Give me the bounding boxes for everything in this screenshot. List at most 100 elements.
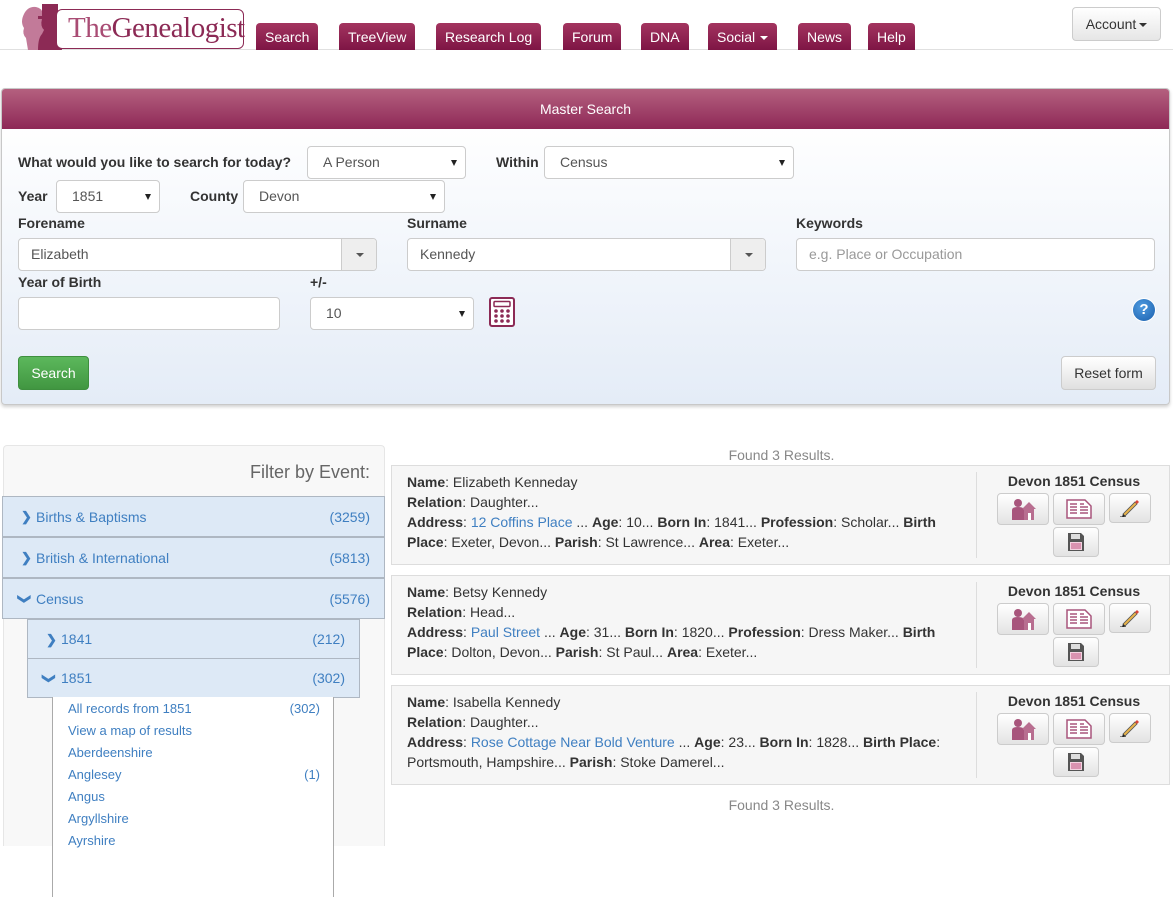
site-logo[interactable]: TheGenealogist [16, 2, 245, 50]
nav-search[interactable]: Search [256, 23, 319, 50]
account-button[interactable]: Account [1072, 7, 1161, 41]
edit-icon [1120, 500, 1139, 517]
year-of-birth-label: Year of Birth [18, 274, 102, 290]
year-of-birth-input[interactable] [18, 297, 280, 330]
plus-minus-select[interactable]: 10 [310, 297, 474, 330]
help-icon[interactable]: ? [1133, 299, 1155, 321]
household-icon [1012, 719, 1036, 740]
results-count-top: Found 3 Results. [728, 447, 835, 463]
plus-minus-label: +/- [310, 274, 327, 290]
filter-event-births-baptisms[interactable]: ❯ Births & Baptisms (3259) [2, 496, 385, 537]
result-actions: Devon 1851 Census [976, 692, 1170, 778]
master-search-panel: Master Search What would you like to sea… [1, 88, 1170, 405]
county-label: County [190, 188, 239, 204]
search-for-select[interactable]: A Person [307, 146, 466, 179]
chevron-right-icon: ❯ [21, 509, 32, 524]
forename-dropdown-toggle[interactable] [341, 239, 376, 270]
filter-item-angus[interactable]: Angus [68, 786, 320, 808]
master-search-title: Master Search [2, 89, 1169, 129]
keywords-label: Keywords [796, 215, 863, 231]
county-select[interactable]: Devon [243, 180, 445, 213]
save-button[interactable] [1053, 637, 1099, 667]
nav-help[interactable]: Help [868, 23, 915, 50]
household-button[interactable] [997, 493, 1049, 525]
filter-item-aberdeenshire[interactable]: Aberdeenshire [68, 742, 320, 764]
search-for-label: What would you like to search for today? [18, 154, 292, 170]
logo-text: TheGenealogist [68, 12, 245, 44]
nav-dna[interactable]: DNA [641, 23, 689, 50]
nav-forum[interactable]: Forum [563, 23, 622, 50]
filter-title: Filter by Event: [249, 462, 370, 482]
dropdown-arrow-icon [145, 194, 151, 200]
caret-down-icon [760, 36, 769, 41]
result-source: Devon 1851 Census [1007, 473, 1141, 489]
household-icon [1012, 609, 1036, 630]
chevron-right-icon: ❯ [46, 632, 57, 647]
filter-year-1841[interactable]: ❯ 1841 (212) [27, 619, 360, 659]
result-source: Devon 1851 Census [1007, 583, 1141, 599]
transcript-button[interactable] [1053, 493, 1105, 525]
surname-input[interactable]: Kennedy [407, 238, 766, 271]
result-actions: Devon 1851 Census [976, 582, 1170, 668]
reset-form-button[interactable]: Reset form [1061, 356, 1156, 390]
nav-research-log[interactable]: Research Log [436, 23, 542, 50]
edit-button[interactable] [1109, 493, 1151, 523]
within-label: Within [496, 154, 539, 170]
forename-input[interactable]: Elizabeth [18, 238, 377, 271]
nav-social[interactable]: Social [708, 23, 778, 50]
save-button[interactable] [1053, 527, 1099, 557]
transcript-icon [1066, 719, 1092, 739]
result-actions: Devon 1851 Census [976, 472, 1170, 558]
dropdown-arrow-icon [459, 311, 465, 317]
household-button[interactable] [997, 603, 1049, 635]
surname-dropdown-toggle[interactable] [730, 239, 765, 270]
result-source: Devon 1851 Census [1007, 693, 1141, 709]
chevron-right-icon: ❯ [21, 550, 32, 565]
filter-item-argyllshire[interactable]: Argyllshire [68, 808, 320, 830]
filter-year-1851[interactable]: ❯ 1851 (302) [27, 658, 360, 698]
transcript-icon [1066, 499, 1092, 519]
address-link[interactable]: Paul Street [471, 624, 540, 640]
nav-treeview[interactable]: TreeView [339, 23, 416, 50]
save-icon [1068, 643, 1084, 661]
year-select[interactable]: 1851 [56, 180, 160, 213]
filter-item-ayrshire[interactable]: Ayrshire [68, 830, 320, 852]
address-link[interactable]: 12 Coffins Place [471, 514, 573, 530]
save-icon [1068, 753, 1084, 771]
transcript-button[interactable] [1053, 603, 1105, 635]
filter-item-view-map[interactable]: View a map of results [68, 720, 320, 742]
edit-button[interactable] [1109, 713, 1151, 743]
edit-icon [1120, 720, 1139, 737]
calculator-icon[interactable] [489, 297, 515, 327]
filter-event-british-international[interactable]: ❯ British & International (5813) [2, 537, 385, 578]
transcript-button[interactable] [1053, 713, 1105, 745]
year-label: Year [18, 188, 48, 204]
dropdown-arrow-icon [430, 194, 436, 200]
result-details: Name: Elizabeth Kenneday Relation: Daugh… [407, 474, 936, 550]
result-details: Name: Isabella Kennedy Relation: Daughte… [407, 694, 941, 770]
household-icon [1012, 499, 1036, 520]
within-select[interactable]: Census [544, 146, 794, 179]
filter-county-list: All records from 1851 (302) View a map of… [52, 697, 334, 897]
top-navigation-bar: TheGenealogist Search TreeView Research … [0, 0, 1173, 50]
forename-label: Forename [18, 215, 85, 231]
search-button[interactable]: Search [18, 356, 89, 390]
filter-item-anglesey[interactable]: Anglesey (1) [68, 764, 320, 786]
save-icon [1068, 533, 1084, 551]
filter-event-census[interactable]: ❯ Census (5576) [2, 578, 385, 619]
edit-icon [1120, 610, 1139, 627]
edit-button[interactable] [1109, 603, 1151, 633]
nav-news[interactable]: News [798, 23, 852, 50]
result-row: Name: Isabella Kennedy Relation: Daughte… [391, 685, 1170, 785]
result-details: Name: Betsy Kennedy Relation: Head... Ad… [407, 584, 936, 660]
address-link[interactable]: Rose Cottage Near Bold Venture [471, 734, 675, 750]
result-row: Name: Elizabeth Kenneday Relation: Daugh… [391, 465, 1170, 565]
result-row: Name: Betsy Kennedy Relation: Head... Ad… [391, 575, 1170, 675]
household-button[interactable] [997, 713, 1049, 745]
keywords-input[interactable]: e.g. Place or Occupation [796, 238, 1155, 271]
surname-label: Surname [407, 215, 467, 231]
save-button[interactable] [1053, 747, 1099, 777]
dropdown-arrow-icon [779, 160, 785, 166]
dropdown-arrow-icon [451, 160, 457, 166]
filter-item-all-records[interactable]: All records from 1851 (302) [68, 698, 320, 720]
